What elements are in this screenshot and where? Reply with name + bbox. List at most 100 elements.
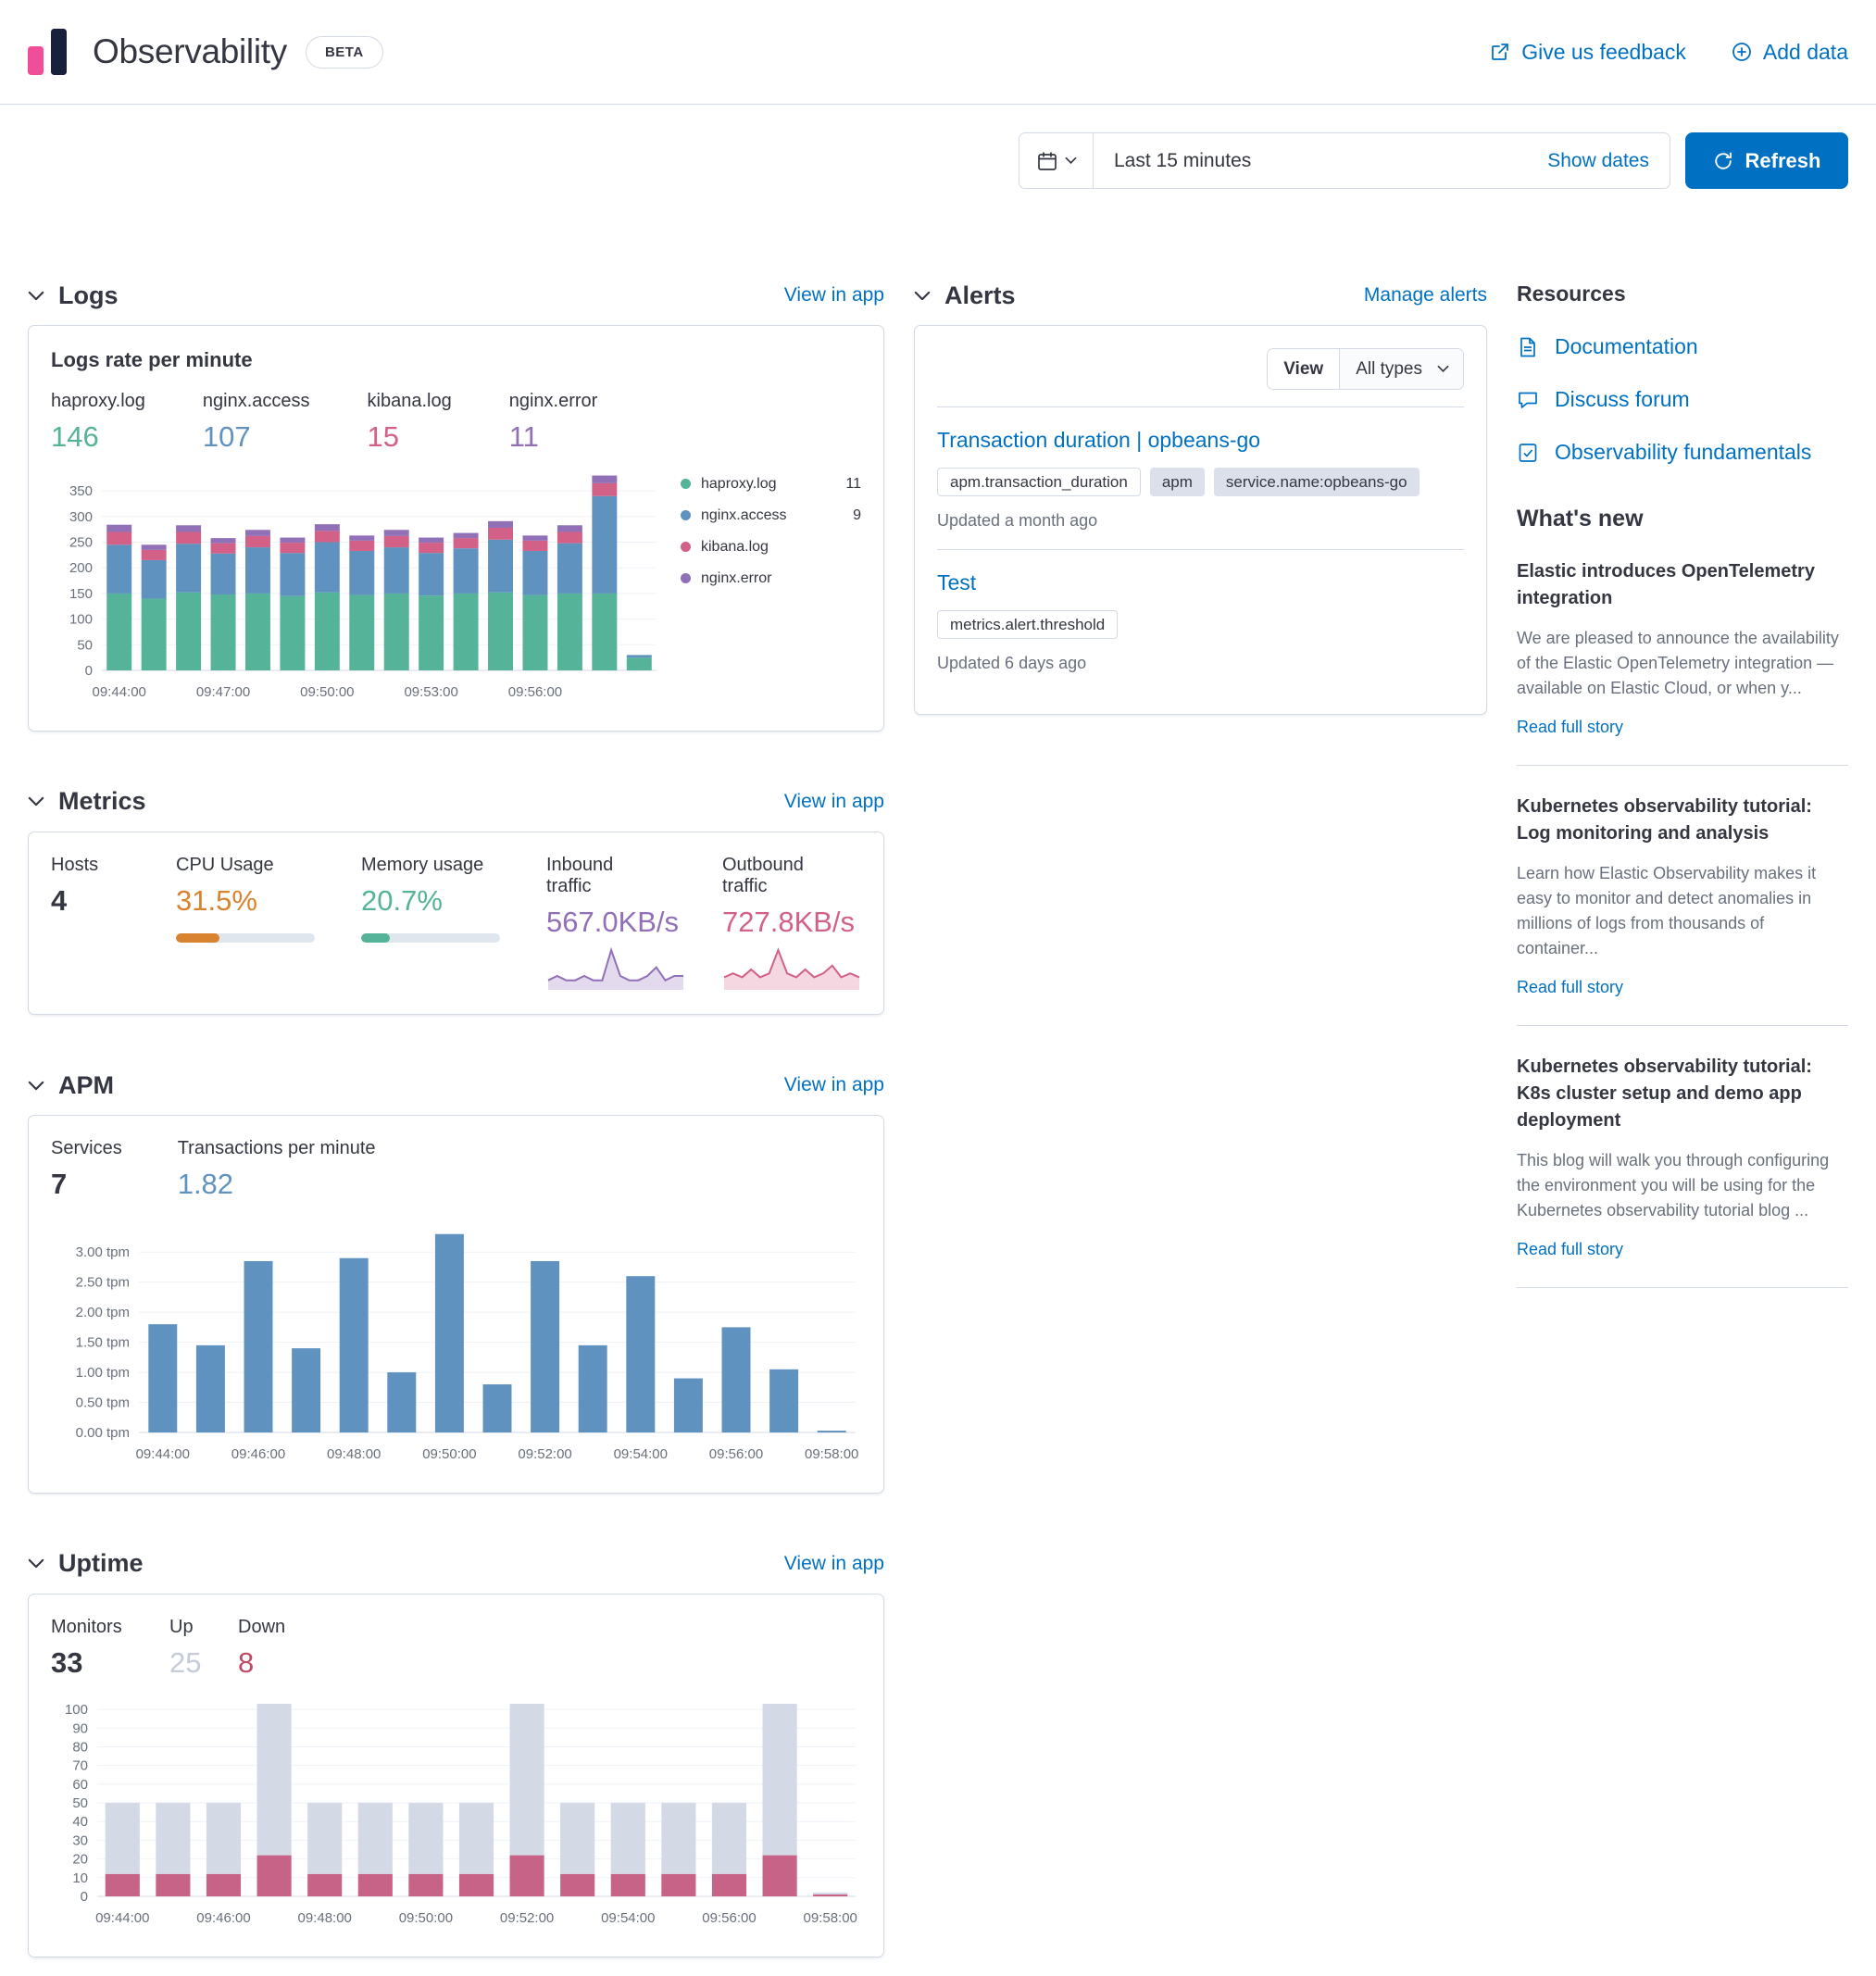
apm-collapse-chevron-icon[interactable] xyxy=(28,1081,44,1091)
svg-text:1.00 tpm: 1.00 tpm xyxy=(76,1365,130,1381)
legend-item-nginx-error[interactable]: nginx.error xyxy=(681,570,861,587)
calendar-icon xyxy=(1036,150,1058,172)
metric-outbound-traffic: Outbound traffic 727.8KB/s xyxy=(722,855,875,993)
metrics-panel: Hosts 4 CPU Usage 31.5% Memory usage 20.… xyxy=(28,832,884,1016)
article-excerpt: We are pleased to announce the availabil… xyxy=(1517,626,1848,701)
svg-text:50: 50 xyxy=(72,1795,88,1811)
svg-text:150: 150 xyxy=(69,586,93,602)
alert-item: Transaction duration | opbeans-go apm.tr… xyxy=(937,407,1464,549)
refresh-button[interactable]: Refresh xyxy=(1685,132,1848,189)
read-full-story-link[interactable]: Read full story xyxy=(1517,978,1623,996)
alert-updated: Updated a month ago xyxy=(937,511,1464,531)
uptime-collapse-chevron-icon[interactable] xyxy=(28,1558,44,1569)
svg-text:60: 60 xyxy=(72,1776,88,1792)
uptime-chart-svg: 010203040506070809010009:44:0009:46:0009… xyxy=(51,1691,861,1930)
logs-panel-title: Logs rate per minute xyxy=(51,348,861,372)
svg-text:09:50:00: 09:50:00 xyxy=(399,1910,453,1926)
logs-chart-svg: 05010015020025030035009:44:0009:47:0009:… xyxy=(51,461,662,704)
metric-inbound-traffic: Inbound traffic 567.0KB/s xyxy=(546,855,722,993)
logs-view-in-app-link[interactable]: View in app xyxy=(784,284,884,306)
svg-text:09:46:00: 09:46:00 xyxy=(196,1910,250,1926)
apm-view-in-app-link[interactable]: View in app xyxy=(784,1074,884,1096)
read-full-story-link[interactable]: Read full story xyxy=(1517,718,1623,736)
observability-logo-icon xyxy=(28,29,70,75)
apm-transactions-chart: 0.00 tpm0.50 tpm1.00 tpm1.50 tpm2.00 tpm… xyxy=(51,1216,861,1470)
date-picker: Last 15 minutes Show dates xyxy=(1019,132,1670,189)
legend-item-kibana[interactable]: kibana.log xyxy=(681,539,861,556)
alerts-collapse-chevron-icon[interactable] xyxy=(914,291,931,301)
alert-title-link[interactable]: Test xyxy=(937,570,976,595)
resources-sidebar: Resources Documentation Discuss forum Ob… xyxy=(1517,277,1848,1316)
legend-dot xyxy=(681,573,691,583)
cpu-progress-bar xyxy=(176,933,315,943)
metrics-collapse-chevron-icon[interactable] xyxy=(28,796,44,807)
apm-chart-svg: 0.00 tpm0.50 tpm1.00 tpm1.50 tpm2.00 tpm… xyxy=(51,1216,861,1466)
svg-text:0.50 tpm: 0.50 tpm xyxy=(76,1394,130,1410)
read-full-story-link[interactable]: Read full story xyxy=(1517,1240,1623,1258)
logs-rate-chart: 05010015020025030035009:44:0009:47:0009:… xyxy=(51,461,662,708)
svg-text:50: 50 xyxy=(77,637,93,653)
quick-select-button[interactable] xyxy=(1019,133,1094,188)
svg-text:09:54:00: 09:54:00 xyxy=(601,1910,655,1926)
uptime-view-in-app-link[interactable]: View in app xyxy=(784,1553,884,1575)
metric-hosts: Hosts 4 xyxy=(51,855,176,993)
svg-text:3.00 tpm: 3.00 tpm xyxy=(76,1244,130,1260)
alert-badge: metrics.alert.threshold xyxy=(937,610,1118,639)
apm-section-title: APM xyxy=(58,1071,114,1100)
discuss-forum-link[interactable]: Discuss forum xyxy=(1517,387,1848,412)
uptime-stat-down: Down 8 xyxy=(238,1617,285,1680)
beta-badge: BETA xyxy=(306,36,383,69)
legend-item-haproxy[interactable]: haproxy.log 11 xyxy=(681,476,861,493)
logs-stat-nginx-access: nginx.access 107 xyxy=(203,391,310,454)
apm-section: APM View in app Services 7 Transactions … xyxy=(28,1067,884,1494)
svg-text:09:46:00: 09:46:00 xyxy=(231,1446,285,1462)
uptime-stat-monitors: Monitors 33 xyxy=(51,1617,169,1680)
metric-memory-usage: Memory usage 20.7% xyxy=(361,855,546,993)
alert-title-link[interactable]: Transaction duration | opbeans-go xyxy=(937,428,1260,453)
chevron-down-icon xyxy=(1065,156,1077,165)
svg-text:100: 100 xyxy=(65,1702,88,1718)
outbound-sparkline-svg xyxy=(722,945,861,992)
news-article: Elastic introduces OpenTelemetry integra… xyxy=(1517,558,1848,766)
svg-text:09:48:00: 09:48:00 xyxy=(327,1446,381,1462)
svg-text:09:44:00: 09:44:00 xyxy=(95,1910,149,1926)
time-range-value[interactable]: Last 15 minutes xyxy=(1094,133,1547,188)
logs-stat-haproxy: haproxy.log 146 xyxy=(51,391,145,454)
uptime-monitors-chart: 010203040506070809010009:44:0009:46:0009… xyxy=(51,1691,861,1934)
svg-text:2.00 tpm: 2.00 tpm xyxy=(76,1305,130,1320)
logs-collapse-chevron-icon[interactable] xyxy=(28,291,44,301)
show-dates-link[interactable]: Show dates xyxy=(1547,133,1670,188)
page-title: Observability xyxy=(93,32,287,71)
outbound-traffic-sparkline xyxy=(722,945,861,992)
chat-icon xyxy=(1517,389,1539,411)
svg-text:70: 70 xyxy=(72,1757,88,1773)
alerts-view-select[interactable]: View All types xyxy=(1267,348,1464,390)
metrics-view-in-app-link[interactable]: View in app xyxy=(784,791,884,813)
alerts-section-title: Alerts xyxy=(944,281,1016,310)
svg-text:09:56:00: 09:56:00 xyxy=(709,1446,763,1462)
refresh-icon xyxy=(1713,151,1733,171)
alert-item: Test metrics.alert.threshold Updated 6 d… xyxy=(937,549,1464,692)
svg-text:90: 90 xyxy=(72,1720,88,1736)
svg-text:0: 0 xyxy=(85,663,93,679)
svg-text:09:52:00: 09:52:00 xyxy=(500,1910,554,1926)
logs-section: Logs View in app Logs rate per minute ha… xyxy=(28,277,884,732)
uptime-panel: Monitors 33 Up 25 Down 8 010203040506070… xyxy=(28,1594,884,1957)
alert-updated: Updated 6 days ago xyxy=(937,654,1464,673)
news-article: Kubernetes observability tutorial: K8s c… xyxy=(1517,1054,1848,1288)
manage-alerts-link[interactable]: Manage alerts xyxy=(1364,284,1487,306)
article-title: Kubernetes observability tutorial: Log m… xyxy=(1517,794,1848,847)
svg-text:100: 100 xyxy=(69,611,93,627)
svg-text:09:58:00: 09:58:00 xyxy=(804,1910,857,1926)
svg-text:2.50 tpm: 2.50 tpm xyxy=(76,1275,130,1291)
documentation-link[interactable]: Documentation xyxy=(1517,334,1848,359)
legend-item-nginx-access[interactable]: nginx.access 9 xyxy=(681,507,861,524)
svg-text:300: 300 xyxy=(69,508,93,524)
fundamentals-link[interactable]: Observability fundamentals xyxy=(1517,440,1848,465)
svg-text:09:44:00: 09:44:00 xyxy=(136,1446,190,1462)
logs-stats-row: haproxy.log 146 nginx.access 107 kibana.… xyxy=(51,391,861,454)
svg-text:09:56:00: 09:56:00 xyxy=(508,684,562,700)
apm-stat-services: Services 7 xyxy=(51,1138,122,1201)
add-data-link[interactable]: Add data xyxy=(1731,40,1848,65)
feedback-link[interactable]: Give us feedback xyxy=(1489,40,1686,65)
